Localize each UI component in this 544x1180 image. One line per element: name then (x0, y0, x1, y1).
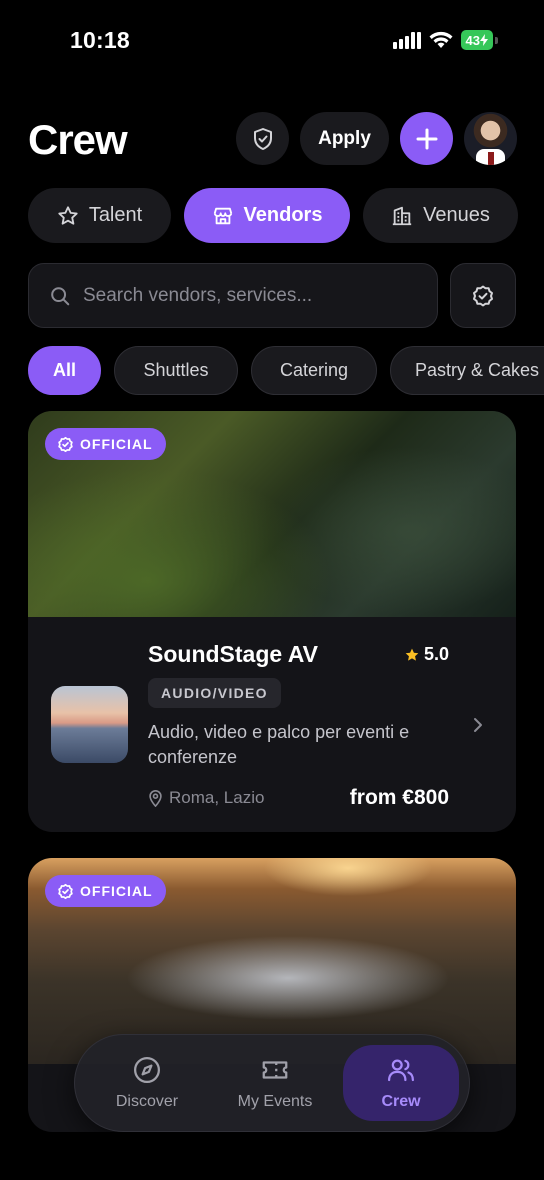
segment-venues-label: Venues (423, 204, 490, 226)
bolt-icon (480, 34, 488, 46)
vendor-price: from €800 (349, 786, 449, 809)
search-box[interactable] (28, 263, 438, 328)
nav-discover-label: Discover (115, 1093, 179, 1110)
official-badge-label: OFFICIAL (80, 883, 153, 899)
plus-icon (416, 128, 437, 149)
nav-my-events[interactable]: My Events (217, 1045, 333, 1121)
vendor-category-tag: AUDIO/VIDEO (148, 678, 281, 708)
users-icon (388, 1059, 414, 1082)
chip-shuttles[interactable]: Shuttles (114, 346, 238, 395)
nav-crew[interactable]: Crew (343, 1045, 459, 1121)
ticket-icon (262, 1061, 288, 1079)
vendor-description: Audio, video e palco per eventi e confer… (148, 722, 410, 767)
vendor-name: SoundStage AV (148, 641, 318, 667)
status-time: 10:18 (70, 27, 130, 53)
bottom-nav: Discover My Events Crew (74, 1034, 470, 1132)
search-input[interactable] (83, 284, 413, 307)
building-icon (392, 206, 412, 225)
segment-vendors[interactable]: Vendors (184, 188, 350, 243)
nav-my-events-label: My Events (237, 1093, 313, 1110)
header: Crew Apply (28, 112, 517, 166)
chip-all[interactable]: All (28, 346, 101, 395)
avatar-tie (488, 152, 494, 165)
search-icon (51, 286, 70, 305)
store-icon (213, 207, 232, 224)
vendor-rating: 5.0 (404, 644, 449, 665)
badge-check-icon (473, 285, 493, 306)
official-badge: OFFICIAL (45, 428, 166, 460)
status-icons: 43 (392, 30, 498, 50)
segment-talent[interactable]: Talent (28, 188, 171, 243)
vendor-rating-value: 5.0 (423, 644, 449, 664)
signal-icon (392, 32, 421, 49)
segment-talent-label: Talent (88, 204, 143, 226)
shield-check-icon (253, 127, 272, 150)
page-title: Crew (28, 116, 128, 163)
nav-discover[interactable]: Discover (89, 1045, 205, 1121)
vendor-location-text: Roma, Lazio (169, 788, 265, 807)
badge-check-icon (58, 883, 73, 899)
segmented-control: Talent Vendors Venues (28, 188, 518, 243)
nav-crew-label: Crew (381, 1093, 421, 1110)
battery-cap (495, 36, 498, 44)
chip-catering[interactable]: Catering (251, 346, 377, 395)
apply-button[interactable]: Apply (300, 112, 389, 165)
official-badge-label: OFFICIAL (80, 436, 153, 452)
map-pin-icon (149, 790, 162, 807)
compass-icon (134, 1057, 160, 1083)
battery-indicator: 43 (460, 30, 493, 50)
status-bar: 10:18 43 (0, 0, 544, 80)
star-filled-icon (405, 648, 419, 661)
battery-level: 43 (465, 32, 480, 48)
segment-vendors-label: Vendors (243, 204, 323, 226)
star-icon (58, 205, 78, 225)
vendor-thumbnail (51, 686, 128, 763)
shield-button[interactable] (236, 112, 289, 165)
category-chips: All Shuttles Catering Pastry & Cakes (28, 346, 544, 395)
chip-pastry-cakes[interactable]: Pastry & Cakes (390, 346, 544, 395)
badge-check-icon (58, 436, 73, 452)
add-button[interactable] (400, 112, 453, 165)
segment-venues[interactable]: Venues (363, 188, 518, 243)
avatar[interactable] (464, 112, 517, 165)
vendor-location: Roma, Lazio (148, 788, 264, 808)
wifi-icon (429, 31, 453, 48)
official-badge: OFFICIAL (45, 875, 166, 907)
chevron-right-icon[interactable] (470, 714, 486, 736)
vendor-card[interactable]: OFFICIAL SoundStage AV 5.0 AUDIO/VIDEO A… (28, 411, 516, 832)
verified-filter-button[interactable] (450, 263, 516, 328)
